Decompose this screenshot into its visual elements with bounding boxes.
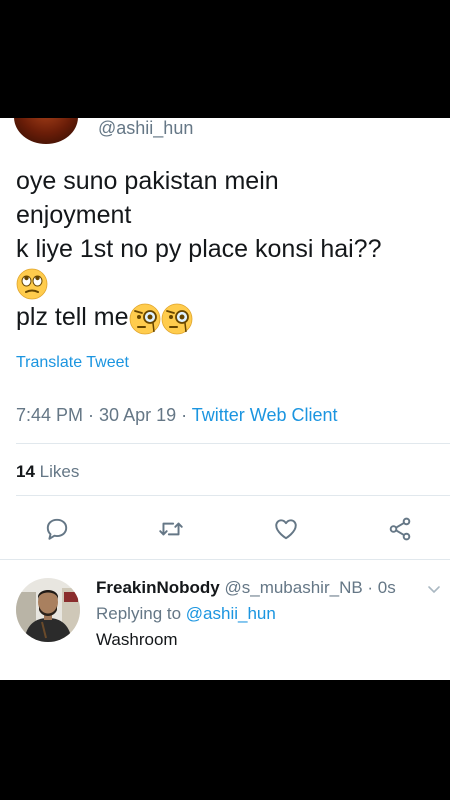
divider: [16, 443, 450, 444]
translate-tweet-link[interactable]: Translate Tweet: [16, 354, 129, 372]
reply-icon: [46, 518, 68, 540]
monocle-face-emoji: [129, 303, 161, 335]
reply-text: Washroom: [96, 630, 178, 649]
tweet-source-link[interactable]: Twitter Web Client: [192, 405, 338, 425]
tweet-text-line-2: enjoyment: [16, 201, 132, 229]
tweet-text-line-3: k liye 1st no py place konsi hai??: [16, 235, 382, 263]
tweet-text-plz: plz tell me: [16, 303, 129, 332]
replying-to-label: Replying to: [96, 604, 182, 623]
reply-button[interactable]: [41, 514, 73, 544]
monocle-face-emoji: [161, 303, 193, 335]
reply-time: 0s: [377, 578, 396, 597]
rolling-eyes-emoji: [16, 268, 48, 300]
divider: [0, 559, 450, 560]
tweet-text-line-1: oye suno pakistan mein: [16, 167, 279, 195]
reply-handle[interactable]: @s_mubashir_NB: [224, 578, 362, 597]
share-icon: [389, 517, 411, 541]
like-button[interactable]: [270, 514, 302, 544]
tweet-time: 7:44 PM: [16, 405, 84, 425]
tweet-detail-panel: @ashii_hun oye suno pakistan mein enjoym…: [0, 118, 450, 680]
divider: [16, 495, 450, 496]
replying-to-mention[interactable]: @ashii_hun: [186, 604, 276, 623]
reply-tweet[interactable]: FreakinNobody @s_mubashir_NB · 0s Replyi…: [0, 574, 450, 674]
author-avatar[interactable]: [14, 118, 78, 144]
reply-display-name[interactable]: FreakinNobody: [96, 578, 220, 597]
tweet-text-line-4: [16, 266, 436, 300]
tweet-date: 30 Apr 19: [99, 405, 177, 425]
reply-options-button[interactable]: [427, 582, 441, 601]
heart-icon: [275, 519, 297, 540]
retweet-icon: [159, 522, 183, 536]
tweet-text-line-5: plz tell me: [16, 300, 436, 335]
tweet-author-row[interactable]: @ashii_hun: [0, 118, 450, 148]
likes-count[interactable]: 14 Likes: [16, 462, 79, 482]
tweet-text: oye suno pakistan mein enjoyment k liye …: [16, 164, 436, 335]
likes-number: 14: [16, 462, 35, 481]
tweet-actions: [0, 514, 450, 544]
retweet-button[interactable]: [155, 514, 187, 544]
reply-header: FreakinNobody @s_mubashir_NB · 0s: [96, 578, 396, 597]
author-handle[interactable]: @ashii_hun: [98, 118, 193, 139]
share-button[interactable]: [384, 514, 416, 544]
tweet-meta: 7:44 PM · 30 Apr 19 · Twitter Web Client: [16, 405, 338, 425]
reply-avatar[interactable]: [16, 578, 80, 642]
avatar-photo: [16, 578, 80, 642]
chevron-down-icon: [428, 586, 440, 594]
likes-label: Likes: [39, 462, 80, 481]
replying-to: Replying to @ashii_hun: [96, 604, 276, 624]
